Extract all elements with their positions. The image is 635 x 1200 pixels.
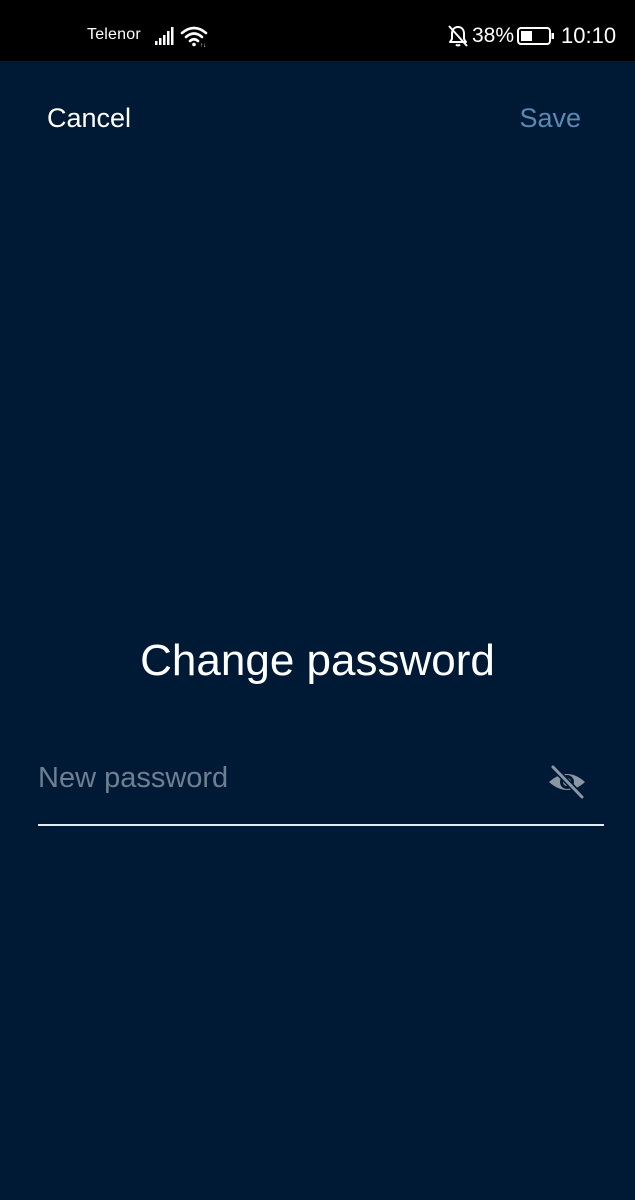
bell-off-icon (448, 25, 468, 47)
new-password-field (38, 750, 604, 826)
status-bar: Telenor ↑↓ 38% 10:10 (0, 0, 635, 61)
save-button[interactable]: Save (519, 103, 581, 134)
new-password-input[interactable] (38, 758, 528, 798)
battery-percentage: 38% (472, 24, 515, 47)
change-password-screen: Telenor ↑↓ 38% 10:10 Cancel Save Change … (0, 0, 635, 1200)
cancel-button[interactable]: Cancel (47, 103, 131, 134)
battery-icon (517, 27, 554, 45)
signal-icon (155, 27, 174, 45)
wifi-icon: ↑↓ (180, 26, 208, 47)
svg-text:↑↓: ↑↓ (200, 43, 206, 47)
carrier-name: Telenor (87, 26, 141, 43)
eye-off-icon[interactable] (546, 763, 588, 801)
status-time: 10:10 (561, 23, 617, 48)
page-title: Change password (140, 636, 495, 685)
